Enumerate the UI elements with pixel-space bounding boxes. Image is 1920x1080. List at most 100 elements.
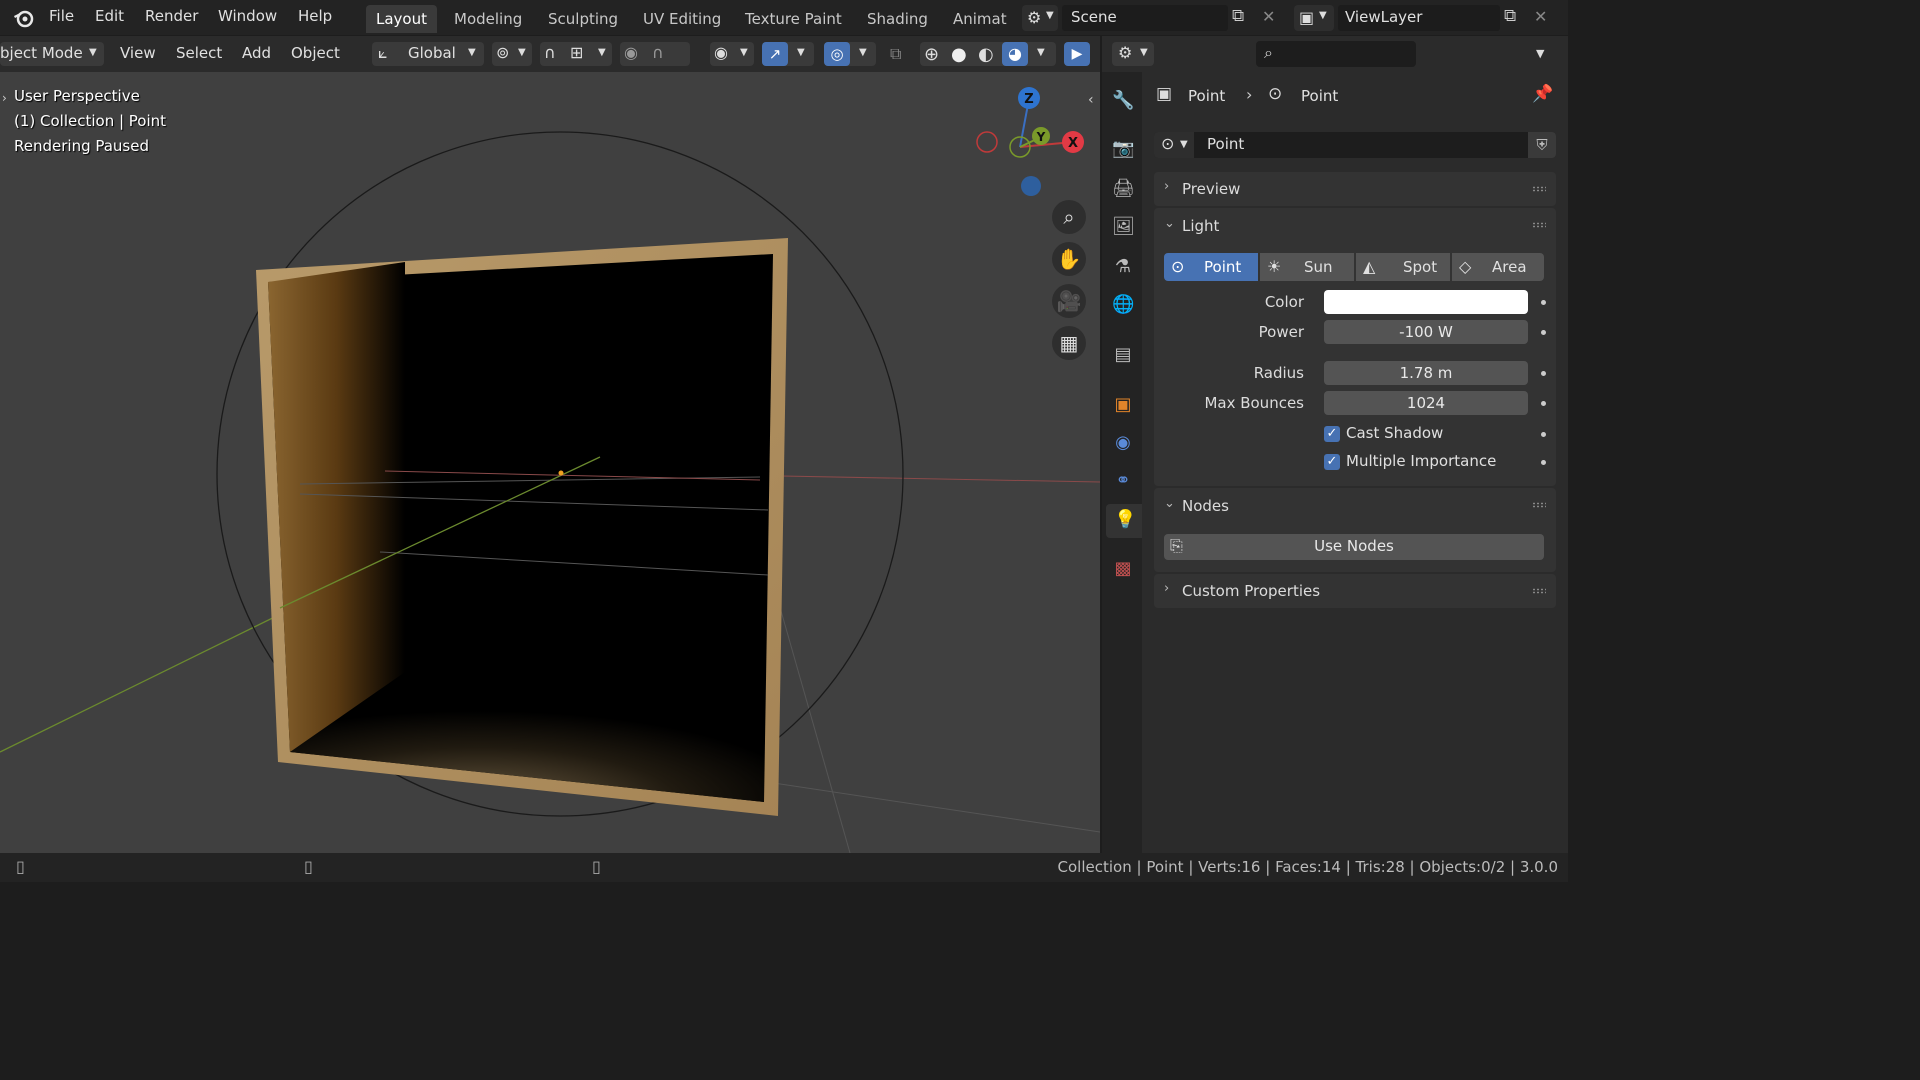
- object-tab-icon[interactable]: ▣: [1112, 394, 1134, 416]
- tab-texture-paint[interactable]: Texture Paint: [735, 5, 852, 33]
- radius-field[interactable]: 1.78 m: [1324, 361, 1528, 385]
- new-viewlayer-icon[interactable]: ⧉: [1504, 6, 1516, 26]
- close-icon[interactable]: ✕: [1534, 7, 1547, 26]
- scene-selector-button[interactable]: ⚙ ▼: [1022, 5, 1058, 31]
- datablock-name: Point: [1207, 135, 1245, 153]
- keyframe-dot-icon[interactable]: [1541, 460, 1546, 465]
- menu-render[interactable]: Render: [145, 7, 198, 25]
- menu-object[interactable]: Object: [291, 44, 340, 62]
- material-shading-icon[interactable]: ◐: [978, 44, 994, 65]
- fake-user-shield-icon[interactable]: ⛨: [1528, 132, 1556, 158]
- texture-tab-icon[interactable]: ▩: [1112, 558, 1134, 580]
- scene-name-field[interactable]: Scene: [1062, 5, 1228, 31]
- constraints-tab-icon[interactable]: ⚭: [1112, 470, 1134, 492]
- light-type-label: Sun: [1304, 258, 1333, 276]
- viewlayer-icon: ▣: [1299, 8, 1315, 27]
- keyframe-dot-icon[interactable]: [1541, 300, 1546, 305]
- properties-search-input[interactable]: ⌕: [1256, 41, 1416, 67]
- viewlayer-name-field[interactable]: ViewLayer: [1338, 5, 1500, 31]
- cast-shadow-checkbox[interactable]: ✓: [1324, 426, 1340, 442]
- chevron-down-icon[interactable]: ▼: [1536, 47, 1544, 60]
- breadcrumb-object: Point: [1188, 87, 1226, 105]
- navigation-gizmo[interactable]: Z X Y: [970, 82, 1100, 202]
- light-data-tab[interactable]: 💡: [1106, 504, 1142, 538]
- drag-handle-icon[interactable]: [1532, 502, 1546, 508]
- scene-tab-icon[interactable]: ⚗: [1112, 256, 1134, 278]
- power-field[interactable]: -100 W: [1324, 320, 1528, 344]
- zoom-icon[interactable]: ⌕: [1052, 200, 1086, 234]
- render-tab-icon[interactable]: 📷: [1112, 138, 1134, 160]
- wireframe-shading-icon[interactable]: ⊕: [924, 44, 939, 65]
- color-swatch[interactable]: [1324, 290, 1528, 314]
- physics-tab-icon[interactable]: ◉: [1112, 432, 1134, 454]
- new-scene-icon[interactable]: ⧉: [1232, 6, 1244, 26]
- light-type-selector: ⊙ Point ☀ Sun ◭ Spot ◇ Area: [1164, 253, 1544, 281]
- mode-selector[interactable]: bject Mode ▼: [0, 42, 104, 66]
- custom-properties-header[interactable]: › Custom Properties: [1154, 574, 1556, 608]
- view-layer-tab-icon[interactable]: 🖼: [1112, 216, 1135, 238]
- keyframe-dot-icon[interactable]: [1541, 401, 1546, 406]
- world-tab-icon[interactable]: 🌐: [1112, 294, 1134, 316]
- editor-type-button[interactable]: ⚙ ▼: [1112, 42, 1154, 66]
- tab-uv-editing[interactable]: UV Editing: [633, 5, 731, 33]
- gizmo-toggle-button[interactable]: ↗ ▼: [762, 42, 814, 66]
- properties-panel: ▣ Point › ⊙ Point 📌 ⊙ ▼ Point ⛨ › Previe…: [1142, 72, 1568, 853]
- multiple-importance-checkbox[interactable]: ✓: [1324, 454, 1340, 470]
- tab-animation[interactable]: Animat: [943, 5, 1017, 33]
- rendered-shading-icon[interactable]: ◕: [1002, 42, 1028, 66]
- light-browse-button[interactable]: ⊙ ▼: [1154, 132, 1194, 158]
- light-datablock-field[interactable]: ⊙ ▼ Point ⛨: [1154, 132, 1556, 158]
- snap-button[interactable]: ∩ ⊞ ▼: [540, 42, 612, 66]
- drag-handle-icon[interactable]: [1532, 588, 1546, 594]
- proportional-editing-button[interactable]: ◉ ∩: [620, 42, 690, 66]
- menu-window[interactable]: Window: [218, 7, 277, 25]
- tab-modeling[interactable]: Modeling: [444, 5, 532, 33]
- grid-projection-icon[interactable]: ▦: [1052, 326, 1086, 360]
- tool-tab-icon[interactable]: 🔧: [1112, 90, 1134, 112]
- keyframe-dot-icon[interactable]: [1541, 371, 1546, 376]
- tab-layout[interactable]: Layout: [366, 5, 437, 33]
- menu-add[interactable]: Add: [242, 44, 271, 62]
- menu-edit[interactable]: Edit: [95, 7, 124, 25]
- solid-shading-icon[interactable]: ●: [951, 44, 967, 65]
- area-light-icon: ◇: [1459, 257, 1472, 276]
- visibility-button[interactable]: ◉ ▼: [710, 42, 754, 66]
- overlays-toggle-button[interactable]: ◎ ▼: [824, 42, 876, 66]
- output-tab-icon[interactable]: 🖨: [1112, 178, 1135, 200]
- menu-select[interactable]: Select: [176, 44, 222, 62]
- menu-view[interactable]: View: [120, 44, 156, 62]
- drag-handle-icon[interactable]: [1532, 186, 1546, 192]
- light-type-area[interactable]: ◇ Area: [1452, 253, 1544, 281]
- scene-icon: ⚙: [1027, 8, 1042, 27]
- collection-tab-icon[interactable]: ▤: [1112, 344, 1134, 366]
- collection-label: (1) Collection | Point: [14, 112, 167, 130]
- chevron-down-icon[interactable]: ⌄: [1164, 216, 1175, 231]
- chevron-right-icon[interactable]: ›: [2, 91, 7, 105]
- use-nodes-button[interactable]: ⎘ Use Nodes: [1164, 534, 1544, 560]
- render-play-icon[interactable]: ▶: [1064, 42, 1090, 66]
- drag-handle-icon[interactable]: [1532, 222, 1546, 228]
- pin-icon[interactable]: 📌: [1532, 84, 1553, 104]
- menu-help[interactable]: Help: [298, 7, 332, 25]
- tab-sculpting[interactable]: Sculpting: [538, 5, 628, 33]
- light-type-spot[interactable]: ◭ Spot: [1356, 253, 1450, 281]
- 3d-viewport[interactable]: User Perspective › (1) Collection | Poin…: [0, 72, 1100, 853]
- camera-icon[interactable]: 🎥: [1052, 284, 1086, 318]
- keyframe-dot-icon[interactable]: [1541, 330, 1546, 335]
- keyframe-dot-icon[interactable]: [1541, 432, 1546, 437]
- viewlayer-selector-button[interactable]: ▣ ▼: [1294, 5, 1334, 31]
- preview-panel-header[interactable]: › Preview: [1154, 172, 1556, 206]
- pivot-point-button[interactable]: ⊚ ▼: [492, 42, 532, 66]
- close-icon[interactable]: ✕: [1262, 7, 1275, 26]
- chevron-down-icon: ▼: [1140, 47, 1148, 58]
- menu-file[interactable]: File: [49, 7, 74, 25]
- max-bounces-field[interactable]: 1024: [1324, 391, 1528, 415]
- chevron-down-icon[interactable]: ⌄: [1164, 496, 1175, 511]
- tab-shading[interactable]: Shading: [857, 5, 938, 33]
- pan-hand-icon[interactable]: ✋: [1052, 242, 1086, 276]
- light-type-point[interactable]: ⊙ Point: [1164, 253, 1258, 281]
- blender-logo-icon[interactable]: [12, 7, 36, 29]
- light-type-sun[interactable]: ☀ Sun: [1260, 253, 1354, 281]
- transform-orientation-selector[interactable]: ⟀ Global ▼: [372, 42, 484, 66]
- xray-icon[interactable]: ⧉: [890, 44, 901, 64]
